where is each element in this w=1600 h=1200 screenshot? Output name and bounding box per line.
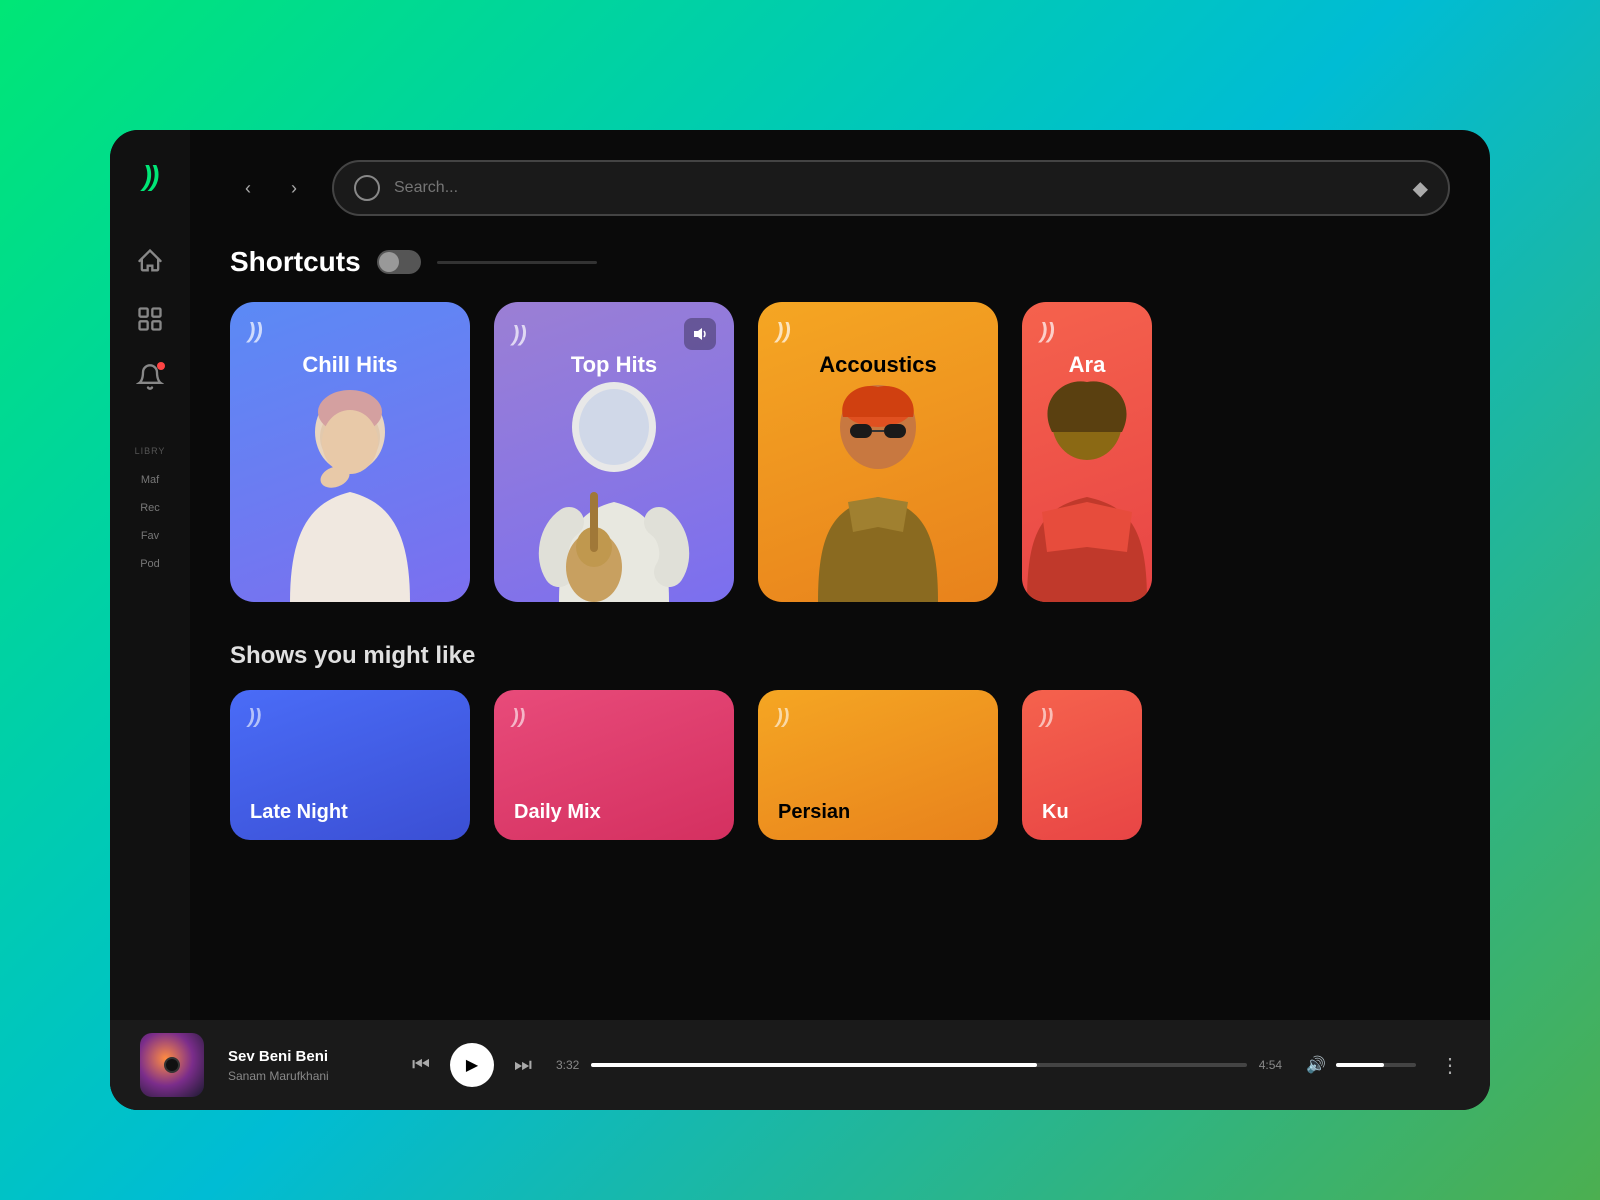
volume-section: 🔊 <box>1306 1055 1416 1075</box>
nav-icons <box>131 242 169 396</box>
card-top-row-2: )) <box>494 302 734 350</box>
volume-track[interactable] <box>1336 1063 1416 1067</box>
bottom-card-icon-3: )) <box>776 706 789 729</box>
card-arabic-partial[interactable]: )) Ara <box>1022 302 1152 602</box>
nav-arrows: ‹ › <box>230 170 312 206</box>
top-bar: ‹ › ◆ <box>230 160 1450 216</box>
card-daily-mix[interactable]: )) Daily Mix <box>494 690 734 840</box>
musician-figure <box>778 372 978 602</box>
player-artwork <box>140 1033 204 1097</box>
player-artist: Sanam Marufkhani <box>228 1069 388 1083</box>
music-note-icon-2: )) <box>512 321 527 347</box>
speaker-icon <box>684 318 716 350</box>
volume-icon <box>692 326 708 342</box>
sidebar-item-rec[interactable]: Rec <box>132 496 168 520</box>
card-ku-partial[interactable]: )) Ku <box>1022 690 1142 840</box>
music-note-icon-4: )) <box>1040 318 1055 344</box>
search-bar[interactable]: ◆ <box>332 160 1450 216</box>
section-line <box>437 261 597 264</box>
forward-button[interactable]: › <box>276 170 312 206</box>
person-figure-chill <box>250 372 450 602</box>
card-artwork-chill <box>230 372 470 602</box>
bottom-card-title-ku: Ku <box>1042 801 1069 824</box>
bottom-card-icon-4: )) <box>1040 706 1053 729</box>
sidebar-item-browse[interactable] <box>131 300 169 338</box>
player-info: Sev Beni Beni Sanam Marufkhani <box>228 1048 388 1083</box>
app-logo: )) <box>143 160 158 192</box>
bottom-card-icon-2: )) <box>512 706 525 729</box>
astronaut-figure <box>514 372 714 602</box>
progress-fill <box>591 1063 1037 1067</box>
total-time: 4:54 <box>1259 1058 1282 1072</box>
progress-track[interactable] <box>591 1063 1246 1067</box>
mic-icon[interactable]: ◆ <box>1413 176 1428 201</box>
home-icon <box>136 247 164 275</box>
card-persian[interactable]: )) Persian <box>758 690 998 840</box>
vinyl-dot <box>164 1057 180 1073</box>
card-chill-hits[interactable]: )) Chill Hits <box>230 302 470 602</box>
bottom-card-title-daily-mix: Daily Mix <box>514 801 601 824</box>
shows-cards-row: )) Late Night )) Daily Mix )) Persian ))… <box>230 690 1450 840</box>
player-controls: ⏮ ▶ ⏭ <box>412 1043 532 1087</box>
card-top-row: )) <box>230 302 470 344</box>
volume-icon[interactable]: 🔊 <box>1306 1055 1326 1075</box>
sidebar-item-pod[interactable]: Pod <box>132 552 168 576</box>
music-note-icon: )) <box>248 318 263 344</box>
shortcuts-title: Shortcuts <box>230 246 361 278</box>
grid-icon <box>136 305 164 333</box>
skip-forward-button[interactable]: ⏭ <box>514 1054 532 1077</box>
card-top-row-4: )) <box>1022 302 1152 344</box>
volume-fill <box>1336 1063 1384 1067</box>
main-content: ‹ › ◆ Shortcuts )) Chill Hits <box>190 130 1490 1110</box>
card-top-row-3: )) <box>758 302 998 344</box>
music-note-icon-3: )) <box>776 318 791 344</box>
shows-section: Shows you might like )) Late Night )) Da… <box>230 642 1450 840</box>
bottom-card-icon-1: )) <box>248 706 261 729</box>
bell-icon <box>136 363 164 391</box>
card-top-hits[interactable]: )) Top Hits <box>494 302 734 602</box>
back-button[interactable]: ‹ <box>230 170 266 206</box>
sidebar: )) <box>110 130 190 1110</box>
card-artwork-arabic <box>1022 372 1152 602</box>
card-accoustics[interactable]: )) Accoustics <box>758 302 998 602</box>
more-options-button[interactable]: ⋮ <box>1440 1053 1460 1078</box>
skip-back-button[interactable]: ⏮ <box>412 1054 430 1077</box>
shows-title: Shows you might like <box>230 642 1450 670</box>
player-bar: Sev Beni Beni Sanam Marufkhani ⏮ ▶ ⏭ 3:3… <box>110 1020 1490 1110</box>
sidebar-library: LIBRY Maf Rec Fav Pod <box>132 446 168 576</box>
search-input[interactable] <box>394 179 1399 197</box>
shortcuts-toggle[interactable] <box>377 250 421 274</box>
bottom-card-title-persian: Persian <box>778 801 850 824</box>
player-progress: 3:32 4:54 <box>556 1058 1282 1072</box>
library-label: LIBRY <box>135 446 166 456</box>
card-artwork-accoustics <box>758 372 998 602</box>
sidebar-item-fav[interactable]: Fav <box>132 524 168 548</box>
shortcuts-cards-row: )) Chill Hits <box>230 302 1450 602</box>
sidebar-item-notifications[interactable] <box>131 358 169 396</box>
card-artwork-top-hits <box>494 372 734 602</box>
search-circle-icon <box>354 175 380 201</box>
card-late-night[interactable]: )) Late Night <box>230 690 470 840</box>
app-window: )) <box>110 130 1490 1110</box>
person-figure-arabic <box>1022 372 1152 602</box>
bottom-card-title-late-night: Late Night <box>250 801 348 824</box>
sidebar-item-home[interactable] <box>131 242 169 280</box>
current-time: 3:32 <box>556 1058 579 1072</box>
play-pause-button[interactable]: ▶ <box>450 1043 494 1087</box>
player-title: Sev Beni Beni <box>228 1048 388 1065</box>
shortcuts-header: Shortcuts <box>230 246 1450 278</box>
sidebar-item-maf[interactable]: Maf <box>132 468 168 492</box>
